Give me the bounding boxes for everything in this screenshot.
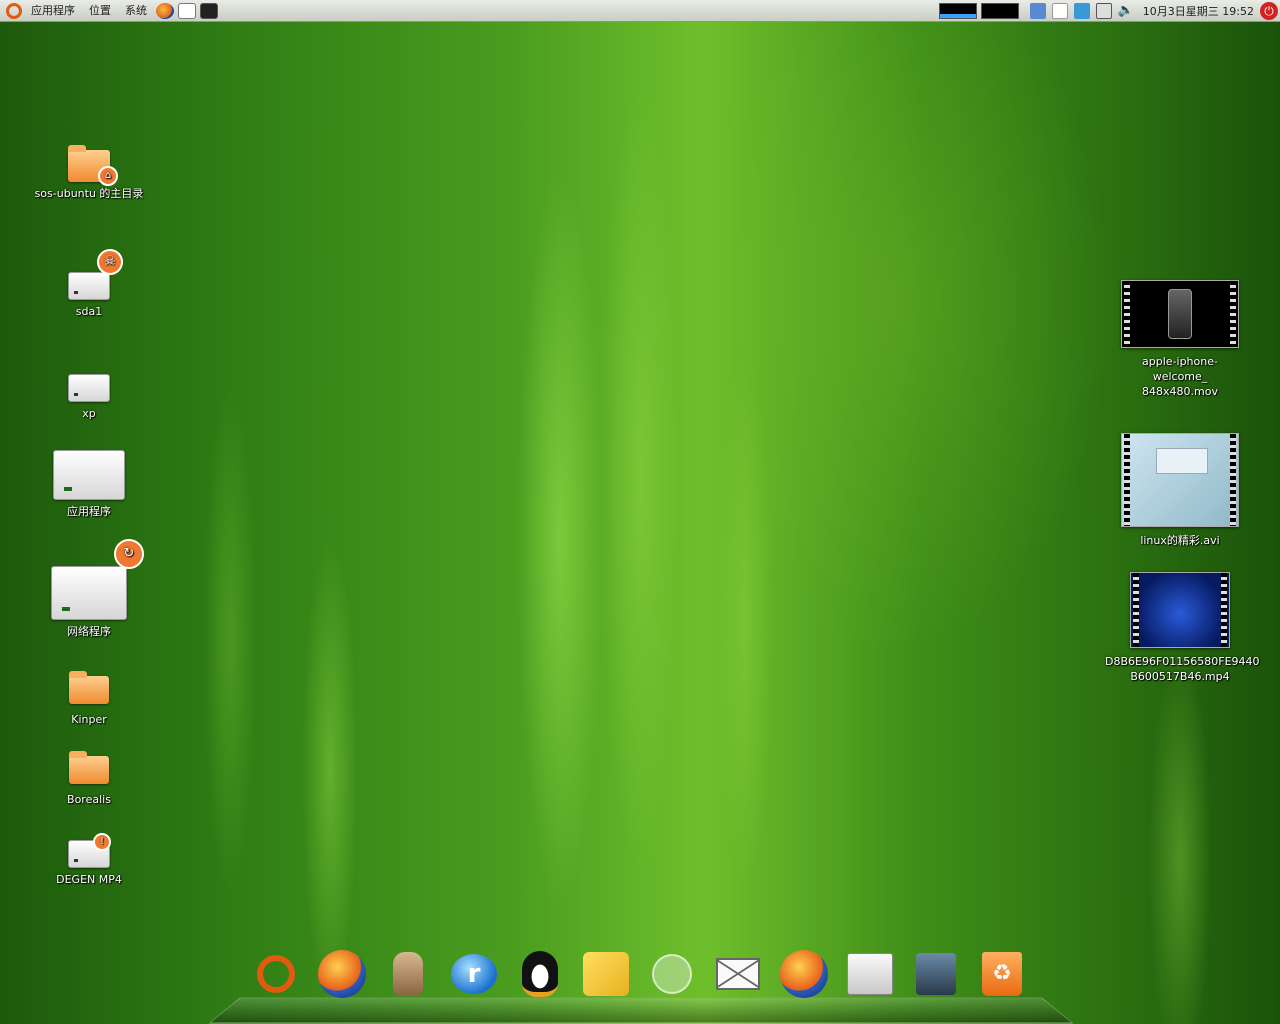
volume-icon[interactable]: 🔈 [1118,3,1134,19]
video-thumbnail-icon [1121,433,1239,527]
menu-system[interactable]: 系统 [118,0,154,22]
drive-icon [68,374,110,402]
desktop-icon-label: 网络程序 [67,625,111,638]
firefox-dock-icon[interactable] [316,948,368,1000]
terminal-launcher-icon[interactable] [200,2,218,19]
desktop-icon-label: xp [82,407,96,420]
desktop-icon-label: linux的精彩.avi [1140,534,1220,547]
refresh-badge-icon: ↻ [114,539,144,569]
dock-shelf [208,997,1074,1024]
desktop-icon-sda1[interactable]: ☠ sda1 [29,249,149,319]
update-notifier-icon[interactable] [1029,2,1046,19]
desktop-icon-label: D8B6E96F01156580FE9440 [1105,655,1260,668]
firefox-dock-icon[interactable] [778,948,830,1000]
desktop-icon-degen-mp4[interactable]: ! DEGEN MP4 [29,833,149,887]
desktop-icon-applications[interactable]: 应用程序 [29,450,149,519]
menu-applications[interactable]: 应用程序 [24,0,82,22]
network-monitor-graph[interactable] [980,2,1019,19]
desktop-icon-label: B600517B46.mp4 [1130,670,1230,683]
iphone-preview-icon [1168,289,1192,339]
login-box-preview-icon [1156,448,1208,474]
menu-places[interactable]: 位置 [82,0,118,22]
desktop-icon-mp4-video[interactable]: D8B6E96F01156580FE9440 B600517B46.mp4 [1105,572,1260,684]
desktop-icon-iphone-video[interactable]: apple-iphone-welcome_ 848x480.mov [1115,280,1245,399]
desktop-icon-label: Borealis [67,793,111,806]
video-thumbnail-icon [1130,572,1230,648]
skull-badge-icon: ☠ [97,249,123,275]
qq-penguin-dock-icon[interactable] [514,948,566,1000]
drive-icon: ↻ [51,539,144,620]
ubuntu-dock-icon[interactable] [250,948,302,1000]
desktop-icon-borealis[interactable]: Borealis [29,751,149,807]
trash-dock-icon[interactable]: ♻ [976,948,1028,1000]
desktop-icon-label: apple-iphone-welcome_ [1142,355,1218,383]
emule-dock-icon[interactable] [382,948,434,1000]
cpu-monitor-graph[interactable] [938,2,977,19]
transformers-dock-icon[interactable] [910,948,962,1000]
gimp-dock-icon[interactable] [646,948,698,1000]
drive-icon: ☠ [68,249,123,300]
tools-dock-icon[interactable] [580,948,632,1000]
desktop-icon-kinper[interactable]: Kinper [29,671,149,727]
desktop-icon-label: sda1 [75,305,103,318]
top-panel: 应用程序 位置 系统 🔈 10月3日星期三 19:52 ⏻ [0,0,1280,22]
desktop-icon-label: 848x480.mov [1142,385,1218,398]
desktop-icon-xp[interactable]: xp [29,374,149,421]
usb-badge-icon: ! [93,833,111,851]
drive-icon: ! [68,833,111,868]
desktop-icon-label: DEGEN MP4 [56,873,122,886]
network-tray-icon[interactable] [1073,2,1090,19]
clock[interactable]: 10月3日星期三 19:52 [1137,3,1260,19]
desktop-icon-network-programs[interactable]: ↻ 网络程序 [29,539,149,639]
desktop-icon-home[interactable]: ⌂ sos-ubuntu 的主目录 [29,145,149,201]
realplayer-dock-icon[interactable]: r [448,948,500,1000]
show-desktop-icon[interactable] [1095,2,1112,19]
ubuntu-logo-icon[interactable] [6,2,22,19]
folder-icon [69,671,109,704]
desktop-icon-label: Kinper [71,713,107,726]
mail-dock-icon[interactable] [712,948,764,1000]
video-thumbnail-icon [1121,280,1239,348]
file-cabinet-dock-icon[interactable] [844,948,896,1000]
drive-icon [53,450,125,500]
home-folder-icon: ⌂ [68,145,118,186]
input-method-icon[interactable] [1051,2,1068,19]
firefox-launcher-icon[interactable] [156,2,174,19]
desktop-icon-label: sos-ubuntu 的主目录 [34,187,144,200]
desktop-icon-label: 应用程序 [67,505,111,518]
dock: r ♻ [250,948,1028,1000]
power-icon[interactable]: ⏻ [1260,1,1278,20]
desktop-icon-linux-video[interactable]: linux的精彩.avi [1115,433,1245,548]
folder-icon [69,751,109,784]
home-badge-icon: ⌂ [98,166,118,186]
mail-launcher-icon[interactable] [178,2,196,19]
